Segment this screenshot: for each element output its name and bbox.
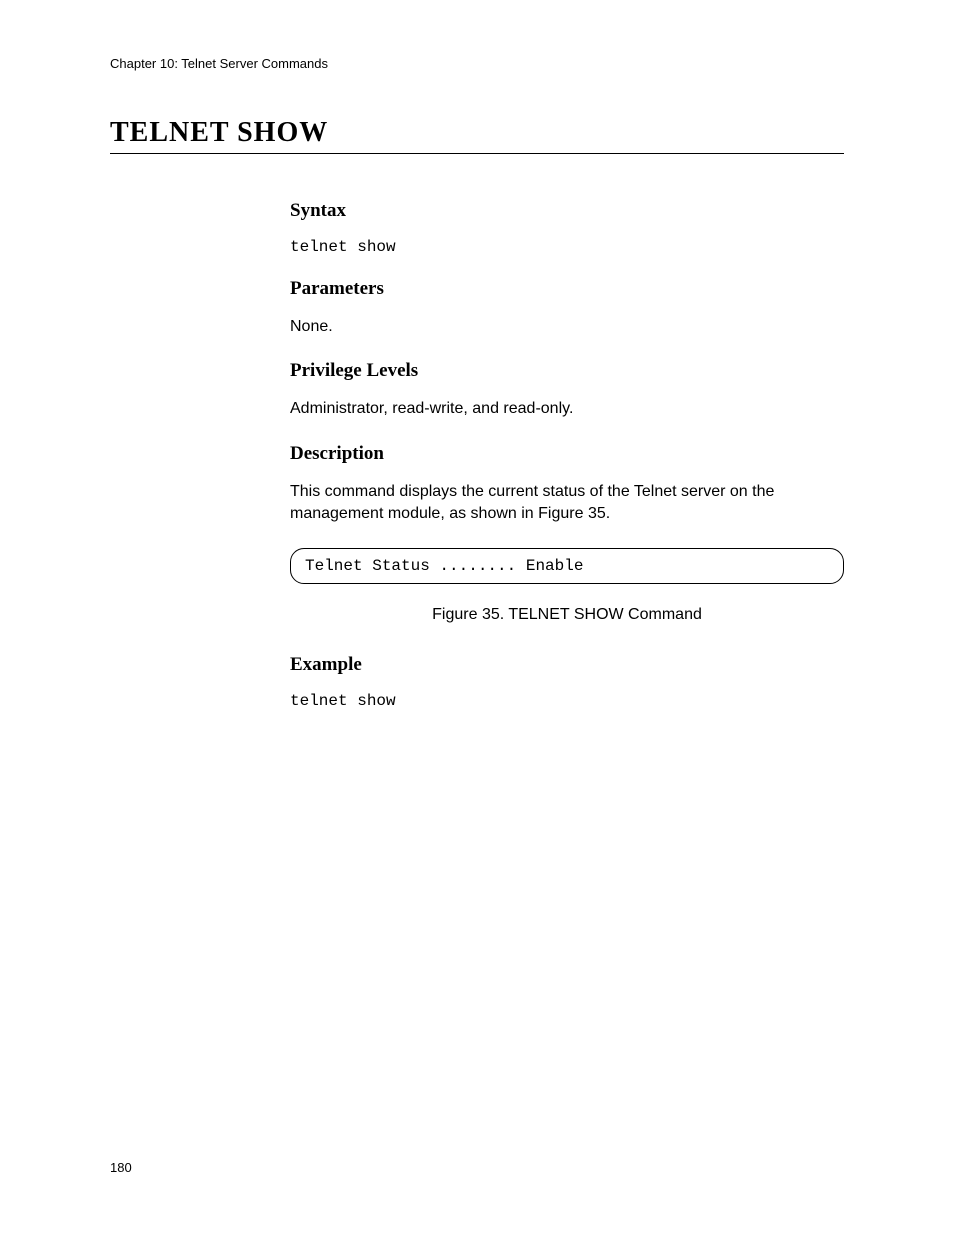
content-area: Syntax telnet show Parameters None. Priv… [290, 200, 844, 710]
chapter-header: Chapter 10: Telnet Server Commands [110, 56, 844, 71]
figure-caption: Figure 35. TELNET SHOW Command [290, 606, 844, 624]
description-text: This command displays the current status… [290, 481, 844, 526]
page-container: Chapter 10: Telnet Server Commands TELNE… [0, 0, 954, 792]
page-title: TELNET SHOW [110, 117, 844, 154]
output-text: Telnet Status ........ Enable [305, 557, 829, 575]
heading-privilege: Privilege Levels [290, 360, 844, 382]
privilege-text: Administrator, read-write, and read-only… [290, 398, 844, 420]
heading-parameters: Parameters [290, 278, 844, 300]
parameters-text: None. [290, 316, 844, 338]
page-number: 180 [110, 1160, 132, 1175]
example-code: telnet show [290, 692, 844, 710]
output-box: Telnet Status ........ Enable [290, 548, 844, 584]
heading-description: Description [290, 443, 844, 465]
heading-syntax: Syntax [290, 200, 844, 222]
syntax-code: telnet show [290, 238, 844, 256]
heading-example: Example [290, 654, 844, 676]
